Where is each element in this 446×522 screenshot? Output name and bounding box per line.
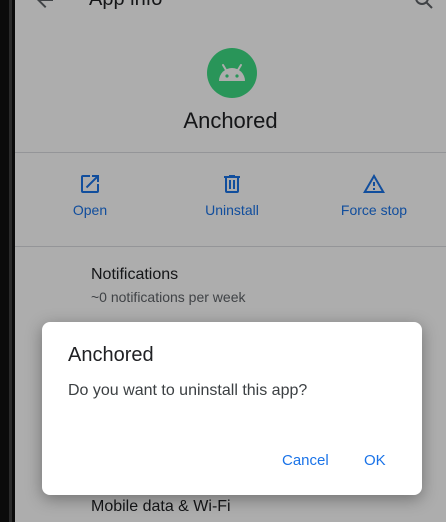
uninstall-dialog: Anchored Do you want to uninstall this a… (42, 322, 422, 495)
cancel-button[interactable]: Cancel (282, 452, 329, 469)
dialog-message: Do you want to uninstall this app? (68, 382, 308, 399)
device-bezel (0, 0, 15, 522)
dialog-title: Anchored (68, 344, 154, 366)
ok-button[interactable]: OK (364, 452, 386, 469)
